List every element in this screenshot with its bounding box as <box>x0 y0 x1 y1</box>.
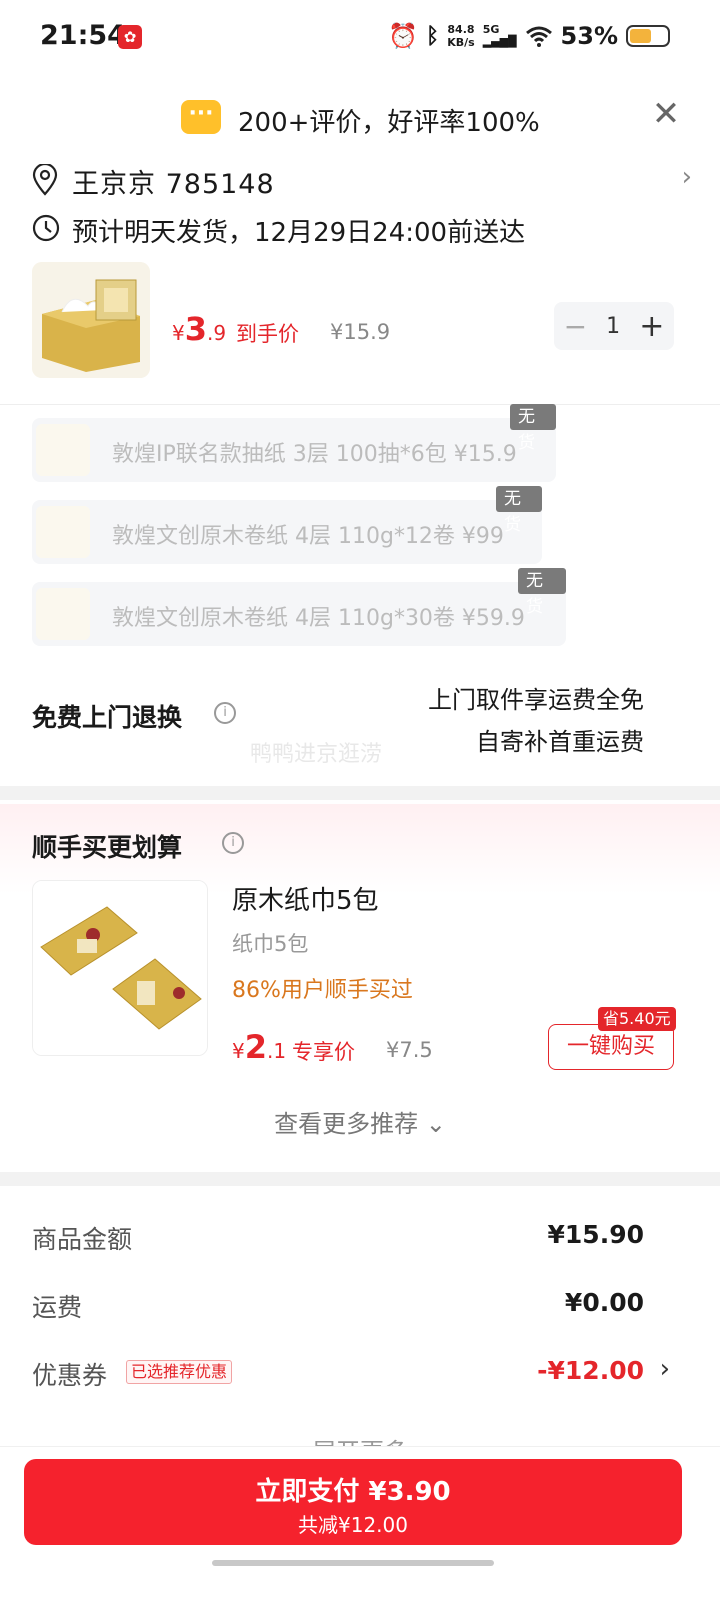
status-time: 21:54 <box>40 20 126 51</box>
status-right: ⏰ ᛒ 84.8 KB/s 5G ▂▄▆█ 53% <box>388 20 670 52</box>
product-image[interactable] <box>32 262 150 378</box>
original-price: ¥15.9 <box>330 320 391 344</box>
option-thumbnail <box>36 506 90 558</box>
bundle-title: 顺手买更划算 <box>32 833 183 862</box>
option-item[interactable]: 敦煌文创原木卷纸 4层 110g*30卷 ¥59.9 无货 <box>32 568 566 646</box>
net-speed-unit: KB/s <box>447 36 475 49</box>
shipping-row: 预计明天发货，12月29日24:00前送达 <box>32 208 672 252</box>
bundle-item-sub: 纸巾5包 <box>232 932 309 956</box>
coupon-row[interactable]: 优惠券 已选推荐优惠 -¥12.00 › <box>32 1352 676 1392</box>
freight-label: 运费 <box>32 1293 83 1322</box>
price-currency: ¥ <box>172 321 185 345</box>
return-title: 免费上门退换 <box>32 703 183 732</box>
bundle-original-price: ¥7.5 <box>386 1038 433 1062</box>
status-bar: 21:54 ✿ ⏰ ᛒ 84.8 KB/s 5G ▂▄▆█ 53% <box>0 0 720 76</box>
section-gap <box>0 786 720 800</box>
price-label: 到手价 <box>236 322 299 346</box>
signal-icon: 5G ▂▄▆█ <box>482 23 517 48</box>
bundle-item-price: ¥2.1 <box>232 1028 286 1066</box>
goods-amount-value: ¥15.90 <box>547 1220 644 1249</box>
chevron-right-icon: › <box>681 162 692 192</box>
net-speed: 84.8 KB/s <box>447 23 474 49</box>
free-return-row: 免费上门退换 i 上门取件享运费全免 自寄补首重运费 鸭鸭进京逛涝 <box>32 680 644 772</box>
save-badge: 省5.40元 <box>598 1007 676 1031</box>
section-gap <box>0 1172 720 1186</box>
home-indicator[interactable] <box>212 1560 494 1566</box>
pay-sub-label: 共减¥12.00 <box>298 1513 408 1537</box>
coupon-value: -¥12.00 <box>537 1356 644 1385</box>
battery-icon <box>626 25 670 47</box>
pay-bar: 立即支付 ¥3.90 共减¥12.00 <box>0 1446 720 1600</box>
freight-row: 运费 ¥0.00 <box>32 1284 676 1324</box>
bundle-section: 顺手买更划算 i 原木纸巾5包 纸巾5包 86%用户顺手买过 ¥2.1 专享价 … <box>0 804 720 1174</box>
return-line-2: 自寄补首重运费 <box>476 728 644 756</box>
location-pin-icon <box>32 164 58 196</box>
quantity-value: 1 <box>606 313 621 339</box>
more-recommendations-link[interactable]: 查看更多推荐 ⌄ <box>0 1104 720 1139</box>
goods-amount-label: 商品金额 <box>32 1225 133 1254</box>
bundle-item-name: 原木纸巾5包 <box>232 886 379 916</box>
option-text: 敦煌文创原木卷纸 4层 110g*12卷 ¥99 <box>112 524 504 549</box>
option-item[interactable]: 敦煌文创原木卷纸 4层 110g*12卷 ¥99 无货 <box>32 486 542 564</box>
price-decimal: .9 <box>207 321 227 345</box>
price-integer: 2 <box>244 1028 267 1066</box>
out-of-stock-badge: 无货 <box>510 404 556 453</box>
watermark-text: 鸭鸭进京逛涝 <box>250 742 383 767</box>
close-icon[interactable]: ✕ <box>648 96 684 132</box>
bluetooth-icon: ᛒ <box>426 23 440 49</box>
chat-bubble-icon: ··· <box>181 100 221 134</box>
battery-fill <box>630 29 652 43</box>
option-thumbnail <box>36 424 90 476</box>
alarm-icon: ⏰ <box>388 22 419 50</box>
option-text: 敦煌文创原木卷纸 4层 110g*30卷 ¥59.9 <box>112 606 525 631</box>
coupon-tag: 已选推荐优惠 <box>126 1360 233 1384</box>
return-line-1: 上门取件享运费全免 <box>428 686 644 714</box>
info-icon[interactable]: i <box>222 832 244 854</box>
info-icon[interactable]: i <box>214 702 236 724</box>
divider <box>0 404 720 405</box>
checkout-screen: 21:54 ✿ ⏰ ᛒ 84.8 KB/s 5G ▂▄▆█ 53% ··· 200… <box>0 0 720 1600</box>
product-price: ¥3.9 <box>172 310 226 348</box>
expand-more-link[interactable]: 展开更多 <box>0 1432 720 1446</box>
network-type: 5G <box>482 23 500 36</box>
wifi-icon <box>525 26 552 47</box>
address-row[interactable]: 王京京 785148 › <box>32 160 692 204</box>
clock-icon <box>32 214 60 242</box>
coupon-label: 优惠券 <box>32 1361 108 1390</box>
pay-main-label: 立即支付 ¥3.90 <box>255 1477 451 1507</box>
chevron-right-icon: › <box>659 1354 670 1384</box>
review-banner[interactable]: ··· 200+评价，好评率100% ✕ <box>0 96 720 146</box>
out-of-stock-badge: 无货 <box>518 568 566 617</box>
bundle-item-popularity: 86%用户顺手买过 <box>232 978 413 1003</box>
pay-now-button[interactable]: 立即支付 ¥3.90 共减¥12.00 <box>24 1459 682 1545</box>
app-notification-icon: ✿ <box>118 25 142 49</box>
quantity-stepper[interactable]: − 1 + <box>554 302 674 350</box>
review-text: 200+评价，好评率100% <box>238 108 540 138</box>
option-text: 敦煌IP联名款抽纸 3层 100抽*6包 ¥15.9 <box>112 442 517 467</box>
bundle-item-image[interactable] <box>32 880 208 1056</box>
out-of-stock-badge: 无货 <box>496 486 542 535</box>
plus-button[interactable]: + <box>639 309 664 344</box>
minus-button[interactable]: − <box>564 310 587 343</box>
goods-amount-row: 商品金额 ¥15.90 <box>32 1216 676 1256</box>
shipping-text: 预计明天发货，12月29日24:00前送达 <box>72 218 526 248</box>
option-thumbnail <box>36 588 90 640</box>
bundle-price-label: 专享价 <box>292 1040 355 1064</box>
freight-value: ¥0.00 <box>564 1288 644 1317</box>
product-row: ¥3.9 到手价 ¥15.9 − 1 + <box>32 262 676 382</box>
option-item[interactable]: 敦煌IP联名款抽纸 3层 100抽*6包 ¥15.9 无货 <box>32 404 556 482</box>
price-integer: 3 <box>184 310 207 348</box>
price-currency: ¥ <box>232 1039 245 1063</box>
address-name: 王京京 785148 <box>72 169 275 200</box>
price-decimal: .1 <box>267 1039 287 1063</box>
net-speed-value: 84.8 <box>447 23 475 36</box>
battery-percent: 53% <box>560 22 618 50</box>
